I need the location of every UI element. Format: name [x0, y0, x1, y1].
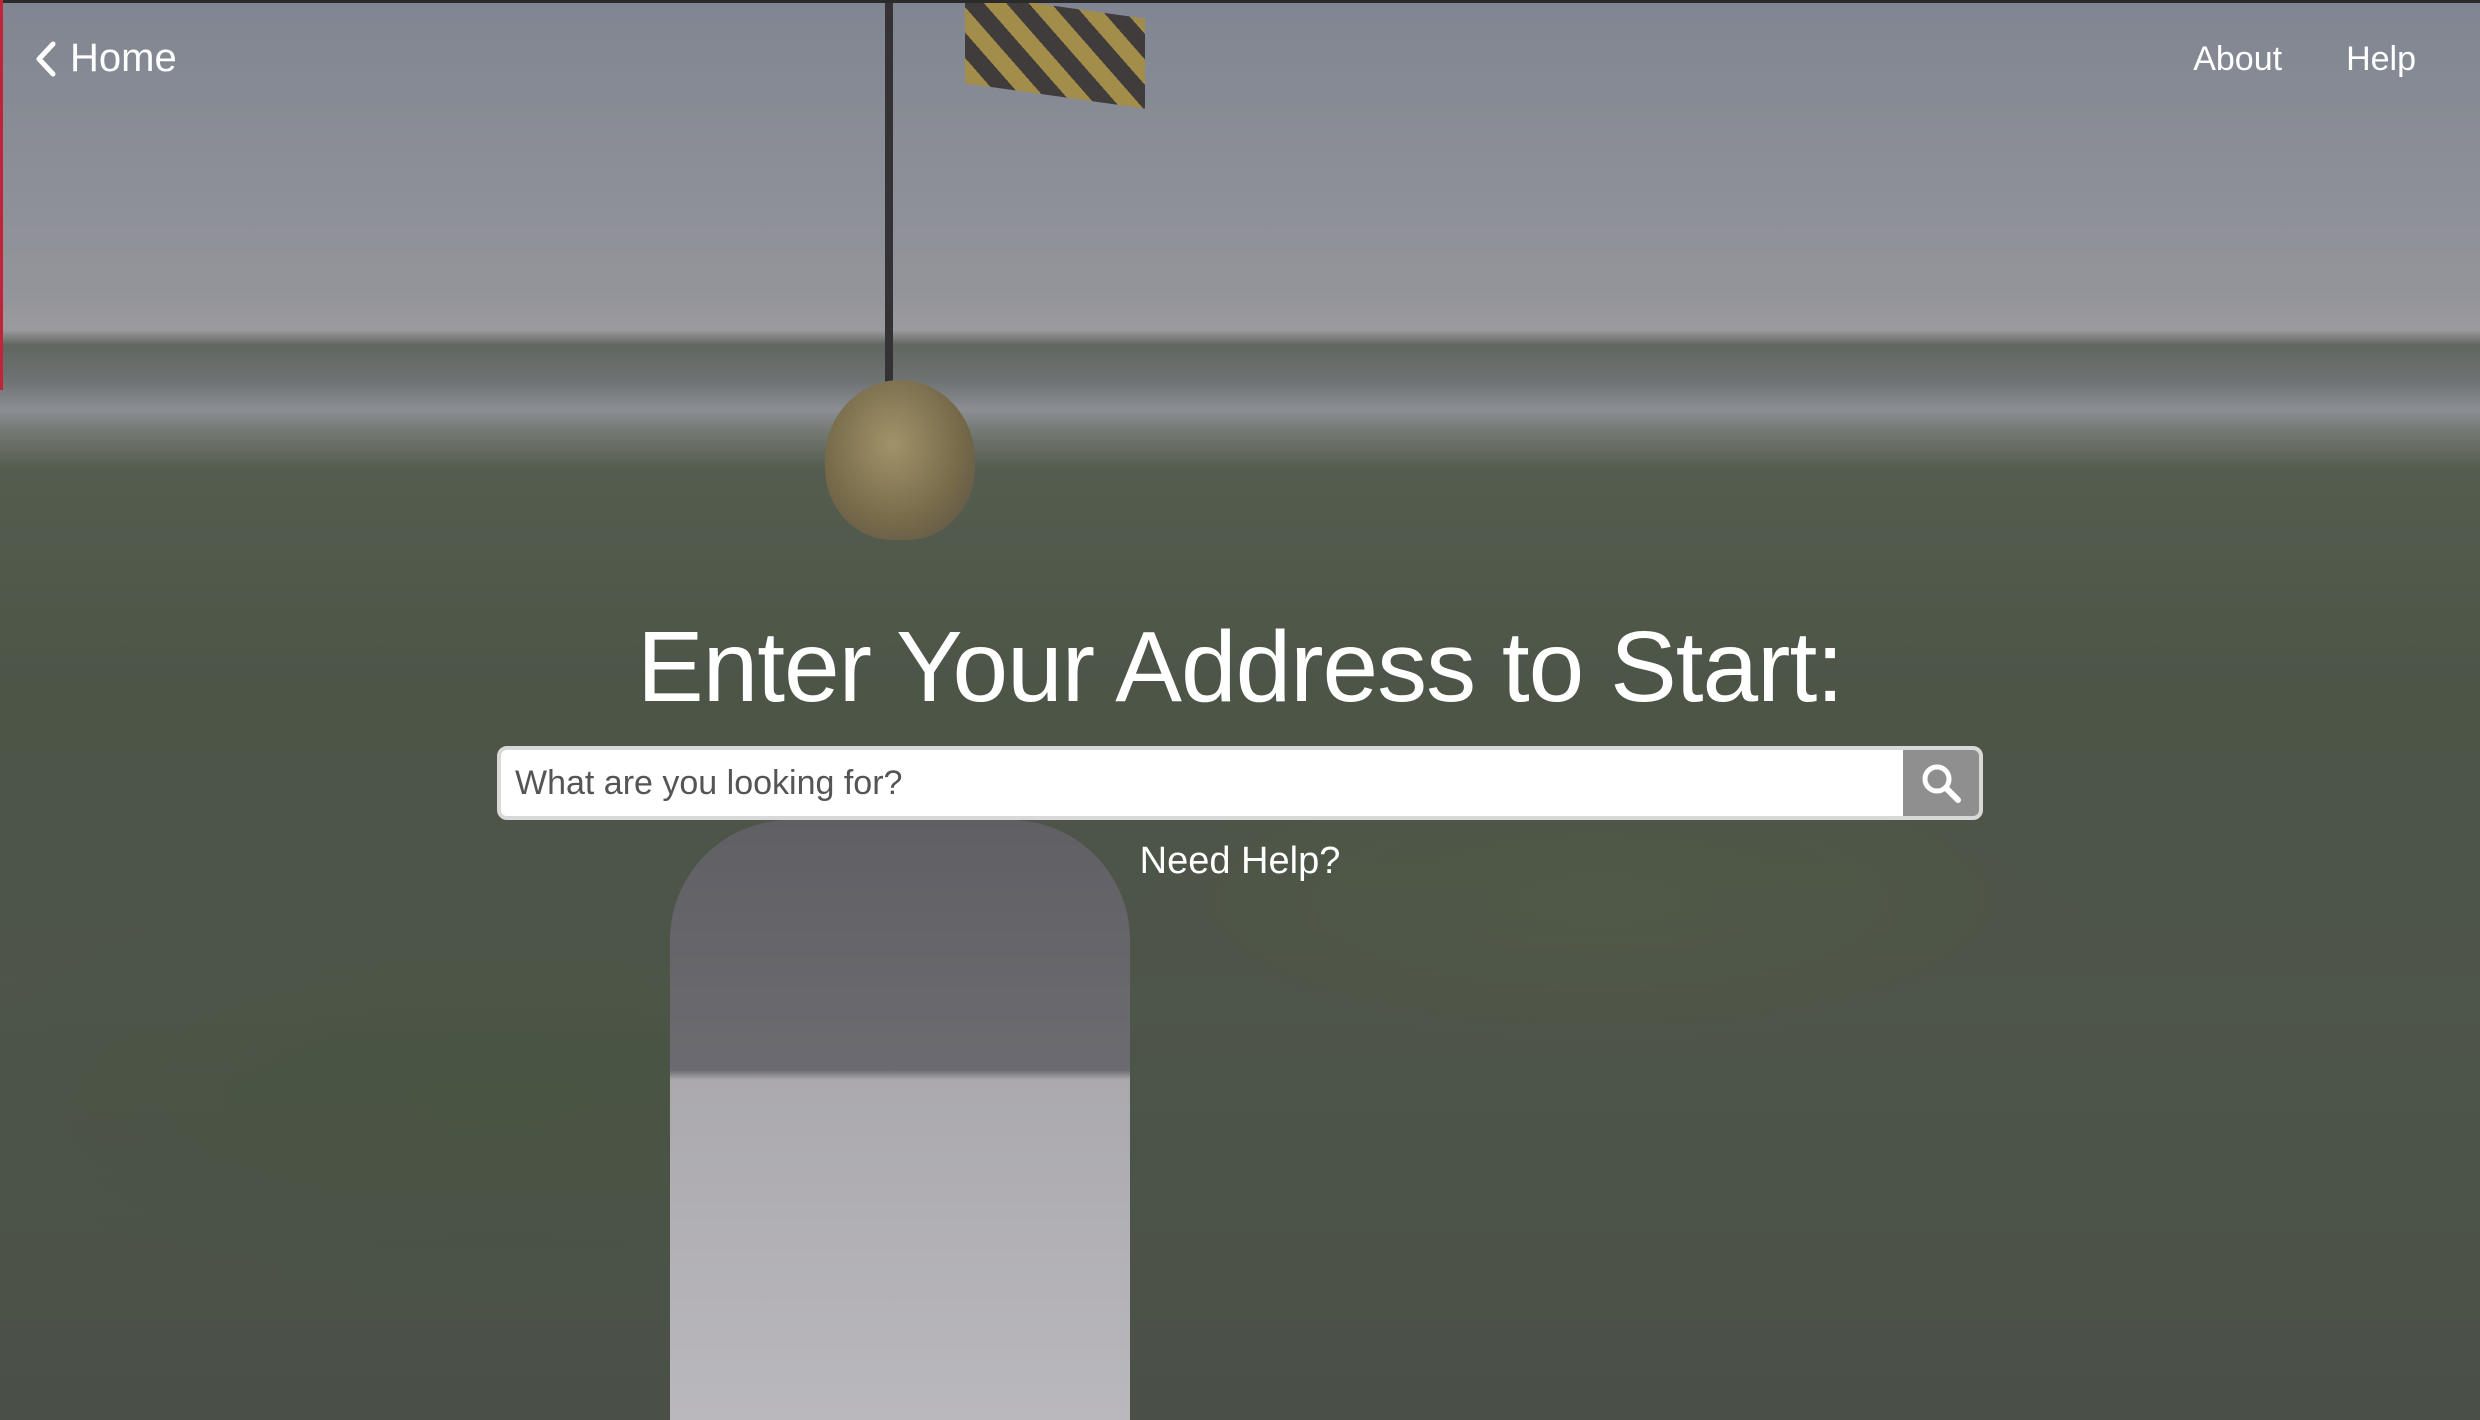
left-accent-bar — [0, 0, 3, 390]
home-link-label: Home — [70, 36, 177, 80]
top-nav: About Help — [2193, 40, 2416, 79]
home-link[interactable]: Home — [34, 36, 177, 81]
need-help-link[interactable]: Need Help? — [0, 840, 2480, 883]
search-icon — [1922, 764, 1961, 803]
page-title: Enter Your Address to Start: — [636, 611, 1844, 723]
help-link[interactable]: Help — [2346, 40, 2416, 79]
search-button[interactable] — [1903, 750, 1979, 816]
search-input[interactable] — [501, 750, 1903, 816]
top-border — [0, 0, 2480, 3]
search-bar — [497, 746, 1983, 820]
about-link[interactable]: About — [2193, 40, 2282, 79]
chevron-left-icon — [36, 41, 56, 76]
